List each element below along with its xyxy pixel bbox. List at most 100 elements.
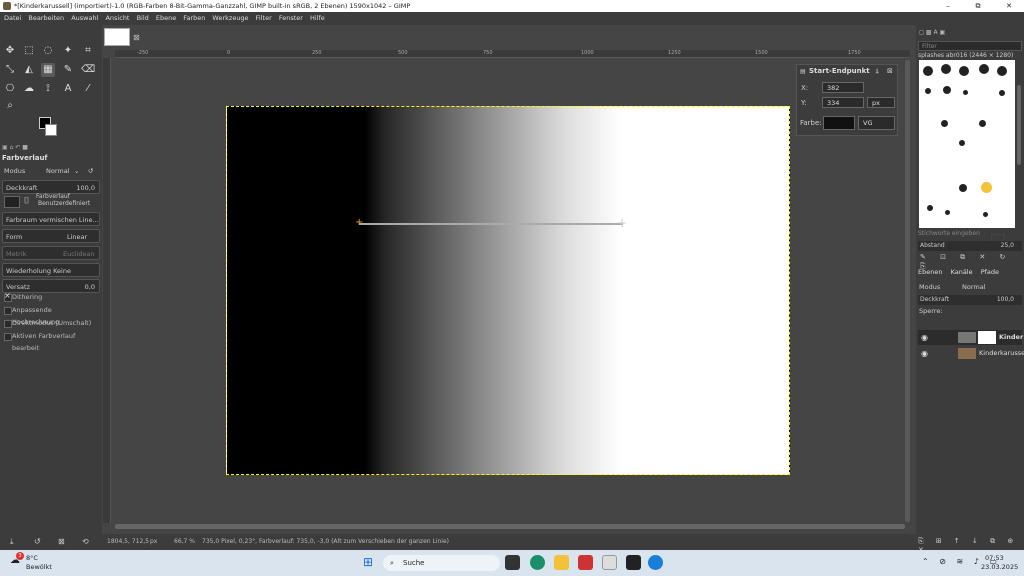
task-view-icon[interactable] [505,555,520,570]
pin-icon[interactable]: ⍋ [875,67,879,76]
explorer-icon[interactable] [554,555,569,570]
spacing-slider[interactable]: Abstand 25,0 [918,241,1022,251]
text-tool-icon[interactable]: A [61,82,75,96]
gradient-start-handle-icon[interactable]: + [355,218,363,228]
eye-icon[interactable]: ◉ [921,330,928,345]
app-icon[interactable] [648,555,663,570]
dock-tabs[interactable]: ◻ ▩ A ▣ [919,29,945,36]
eye-icon[interactable]: ◉ [921,346,928,361]
gradient-line[interactable] [359,223,623,225]
warp-icon[interactable]: ◭ [22,63,36,77]
shape-dropdown[interactable]: Form Linear [2,229,100,243]
close-image-tab-icon[interactable]: ⊠ [133,33,140,42]
gradient-preview-icon[interactable] [4,196,20,208]
brush-grid[interactable] [919,60,1015,246]
taskbar-search[interactable]: ⌕ Suche [383,555,500,571]
menu-auswahl[interactable]: Auswahl [71,14,98,22]
layer-row[interactable]: ◉ Kinderkarussell [918,346,1024,361]
color-label: Farbe: [800,119,822,127]
lasso-icon[interactable]: ◌ [41,44,55,58]
vertical-scrollbar[interactable] [905,60,910,522]
transform-icon[interactable]: ⤡ [3,63,17,77]
image-tab-thumbnail[interactable] [104,28,130,46]
image-canvas[interactable] [226,106,790,475]
menu-bearbeiten[interactable]: Bearbeiten [28,14,64,22]
spacing-label: Abstand [920,242,945,249]
adaptive-checkbox[interactable]: Anpassende Hochrechnung [2,304,100,326]
layer-name[interactable]: Kinder [999,330,1023,345]
app-icon[interactable] [578,555,593,570]
close-panel-icon[interactable]: ⊠ [887,67,893,75]
tag-input[interactable]: Stichworte eingeben [918,230,1022,240]
paths-icon[interactable]: ⟟ [41,82,55,96]
mode-value[interactable]: Normal [46,164,70,178]
mode-label: Modus [4,167,26,175]
tab-paths[interactable]: Pfade [981,268,999,276]
color-picker-icon[interactable]: ⁄ [81,82,95,96]
instant-checkbox[interactable]: Direktmodus (Umschalt) [2,317,100,329]
menu-filter[interactable]: Filter [256,14,272,22]
reset-icon[interactable]: ↺ [88,164,93,178]
metric-label: Metrik [6,250,27,258]
gradient-tool-icon[interactable]: ▦ [41,63,55,77]
rect-select-icon[interactable]: ⬚ [22,44,36,58]
gradient-edit-icon[interactable]: ⌷ [24,196,29,206]
zoom-selector[interactable]: 66,7 % [174,534,195,550]
menu-farben[interactable]: Farben [183,14,205,22]
move-tool-icon[interactable]: ✥ [3,44,17,58]
gimp-taskbar-icon[interactable] [602,555,617,570]
fuzzy-select-icon[interactable]: ✦ [61,44,75,58]
color-type-dropdown[interactable]: VG [858,116,895,130]
reset-options-icon[interactable]: ⟲ [82,537,89,546]
close-button[interactable]: ✕ [994,0,1024,12]
layer-mask-thumbnail[interactable] [978,331,996,344]
dithering-checkbox[interactable]: Dithering [2,290,100,303]
eraser-icon[interactable]: ⌫ [81,63,95,77]
windows-start-icon[interactable]: ⊞ [363,555,373,569]
app-icon[interactable] [626,555,641,570]
menu-hilfe[interactable]: Hilfe [310,14,325,22]
menu-werkzeuge[interactable]: Werkzeuge [212,14,248,22]
horizontal-scrollbar[interactable] [115,524,905,529]
brush-filter-input[interactable]: Filter [918,41,1022,51]
menu-ebene[interactable]: Ebene [156,14,176,22]
clone-icon[interactable]: ⎔ [3,82,17,96]
zoom-icon[interactable]: ⌕ [3,99,17,113]
maximize-button[interactable]: ⧉ [963,0,993,12]
unit-selector[interactable]: px [150,534,157,550]
delete-options-icon[interactable]: ⊠ [58,537,65,546]
weather-desc: Bewölkt [26,563,52,571]
modify-active-checkbox[interactable]: Aktiven Farbverlauf bearbeit [2,330,100,352]
repeat-dropdown[interactable]: Wiederholung Keine (erwei... [2,263,100,289]
layer-opacity-slider[interactable]: Deckkraft 100,0 [918,295,1022,305]
background-color-swatch[interactable] [45,124,57,136]
tab-channels[interactable]: Kanäle [951,268,973,276]
paintbrush-icon[interactable]: ✎ [61,63,75,77]
blend-space-dropdown[interactable]: Farbraum vermischen Line... [2,212,100,226]
menu-fenster[interactable]: Fenster [279,14,303,22]
x-input[interactable]: 382 [822,82,864,93]
unit-dropdown[interactable]: px [867,97,895,108]
minimize-button[interactable]: – [933,0,963,12]
brush-scrollbar[interactable] [1017,85,1021,165]
title-bar: *[Kinderkarussell] (importiert)-1.0 (RGB… [0,0,1024,12]
crop-icon[interactable]: ⌗ [81,44,95,58]
mode-row[interactable]: Modus Normal ⌄ ↺ [2,164,100,178]
menu-bild[interactable]: Bild [137,14,149,22]
layer-mode-value[interactable]: Normal [962,283,986,291]
gradient-end-handle-icon[interactable]: + [617,217,627,229]
menu-ansicht[interactable]: Ansicht [105,14,129,22]
restore-options-icon[interactable]: ↺ [34,537,41,546]
edge-icon[interactable] [530,555,545,570]
metric-dropdown[interactable]: Metrik Euclidean [2,246,100,260]
y-input[interactable]: 334 [822,97,864,108]
save-options-icon[interactable]: ⤓ [10,537,14,547]
tab-layers[interactable]: Ebenen [918,268,942,276]
tray-icons[interactable]: ⌃ ⊘ ≋ ♪ ▭ [922,557,1001,566]
layer-name[interactable]: Kinderkarussell [979,346,1024,361]
layer-row[interactable]: ◉ Kinder [918,330,1023,345]
endpoint-color-swatch[interactable] [823,116,855,130]
gradient-selector[interactable]: ⌷ Farbverlauf Benutzerdefiniert [2,193,100,211]
smudge-icon[interactable]: ☁ [22,82,36,96]
menu-datei[interactable]: Datei [4,14,21,22]
